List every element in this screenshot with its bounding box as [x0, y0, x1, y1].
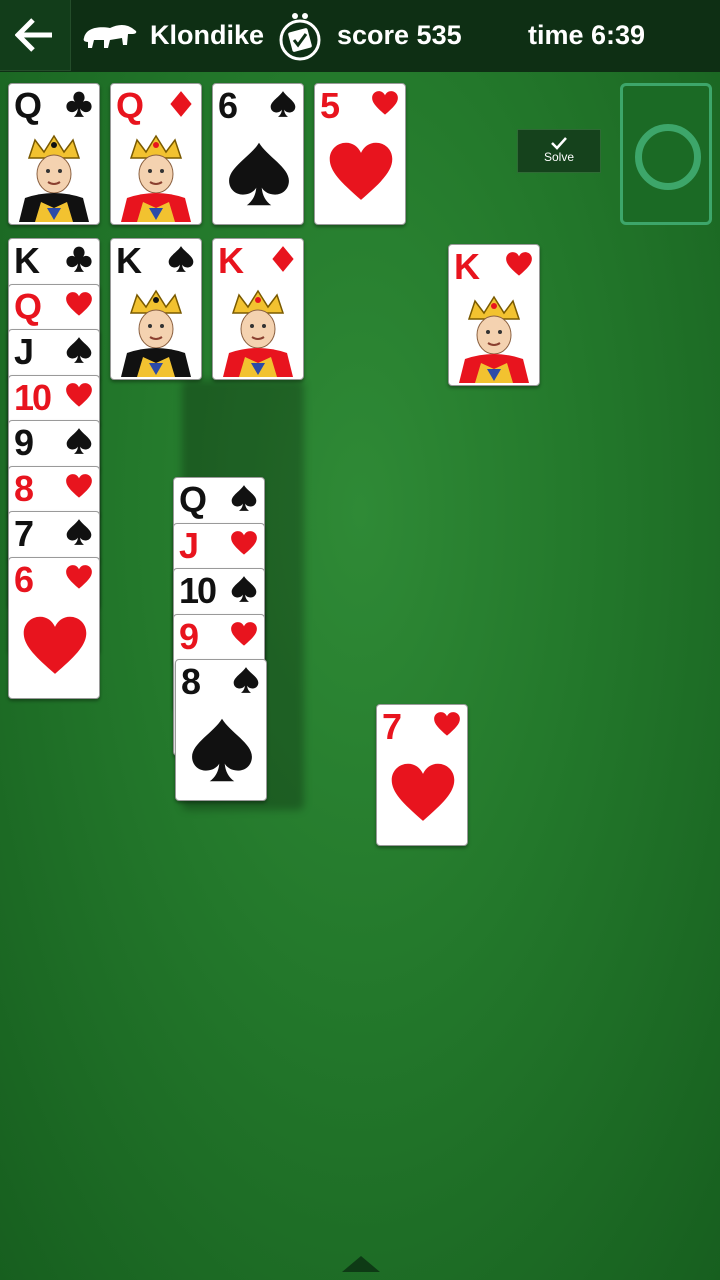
club-icon	[66, 246, 92, 272]
heart-icon	[372, 91, 398, 115]
heart-icon	[434, 712, 460, 736]
tableau-card[interactable]: K	[110, 238, 202, 380]
heart-icon	[66, 473, 92, 498]
spade-icon	[66, 337, 92, 363]
card-rank: K	[454, 246, 480, 287]
arrow-left-icon	[15, 18, 52, 52]
floating-card[interactable]: 7	[376, 704, 468, 846]
spade-icon	[231, 485, 257, 511]
heart-icon	[66, 564, 92, 589]
dragged-card[interactable]: 8	[175, 659, 267, 801]
card-rank: Q	[179, 479, 207, 520]
tableau-card[interactable]: K	[448, 244, 540, 386]
heart-icon	[231, 621, 257, 646]
heart-pip-icon	[391, 763, 455, 821]
face-portrait-icon	[121, 134, 191, 222]
spade-icon	[233, 667, 259, 693]
card-rank: J	[14, 331, 34, 372]
spade-icon	[66, 519, 92, 545]
card-rank: 10	[14, 376, 52, 418]
face-portrait-icon	[223, 289, 293, 377]
card-rank: 8	[181, 661, 201, 702]
back-button[interactable]	[0, 0, 71, 71]
card-rank: 8	[14, 467, 34, 509]
score-display: score 535	[337, 20, 462, 50]
solve-label: Solve	[543, 150, 575, 164]
foundation-card-2[interactable]: Q	[110, 83, 202, 225]
solve-button[interactable]: Solve	[517, 129, 601, 173]
card-rank: J	[179, 524, 199, 566]
spade-icon	[168, 246, 194, 272]
time-display: time 6:39	[528, 20, 646, 50]
checkmark-icon	[551, 137, 567, 150]
heart-icon	[66, 382, 92, 407]
diamond-icon	[170, 91, 192, 117]
face-portrait-icon	[459, 295, 529, 383]
expand-up-icon[interactable]	[340, 1252, 382, 1274]
face-portrait-icon	[121, 289, 191, 377]
heart-icon	[231, 530, 257, 555]
card-rank: Q	[14, 285, 42, 327]
card-rank: 9	[179, 615, 199, 657]
face-portrait-icon	[19, 134, 89, 222]
tableau-card[interactable]: 6	[8, 556, 100, 699]
xbox-achievements-icon[interactable]	[276, 10, 324, 62]
card-rank: K	[14, 240, 40, 281]
foundation-card-1[interactable]: Q	[8, 83, 100, 225]
spade-icon	[270, 91, 296, 117]
card-rank: 7	[382, 706, 402, 747]
game-name: Klondike	[150, 20, 265, 50]
card-rank: Q	[14, 85, 42, 126]
heart-icon	[66, 291, 92, 316]
foundation-card-3[interactable]: 6	[212, 83, 304, 225]
card-rank: K	[218, 240, 244, 281]
spade-pip-icon	[229, 142, 289, 206]
heart-icon	[506, 252, 532, 276]
spade-icon	[231, 576, 257, 602]
polar-bear-icon	[83, 25, 137, 48]
stock-pile[interactable]	[620, 83, 712, 225]
recycle-ring-icon	[635, 124, 701, 190]
card-rank: 10	[179, 570, 217, 611]
card-rank: K	[116, 240, 142, 281]
card-rank: 7	[14, 513, 34, 554]
top-bar: Klondike score 535 time 6:39	[0, 0, 720, 72]
card-rank: Q	[116, 85, 144, 126]
club-icon	[66, 91, 92, 117]
card-rank: 9	[14, 422, 34, 463]
spade-icon	[66, 428, 92, 454]
foundation-card-4[interactable]: 5	[314, 83, 406, 225]
tableau-card[interactable]: K	[212, 238, 304, 380]
spade-pip-icon	[192, 718, 252, 782]
heart-pip-icon	[23, 616, 87, 674]
heart-pip-icon	[329, 142, 393, 200]
diamond-icon	[272, 246, 294, 272]
card-rank: 6	[218, 85, 238, 126]
card-rank: 5	[320, 85, 340, 126]
card-rank: 6	[14, 558, 34, 600]
